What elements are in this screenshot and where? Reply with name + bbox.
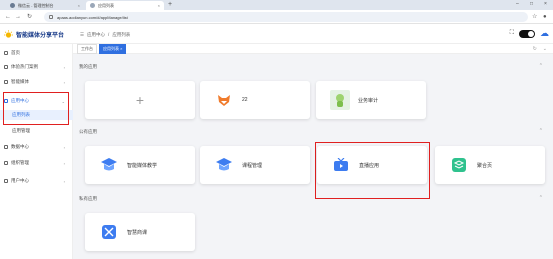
chevron-right-icon: › — [63, 144, 65, 150]
url-text: apaas.aodianyun.com/#/appManage/list — [57, 14, 128, 20]
sidebar-item-media[interactable]: 智能媒体 › — [0, 77, 73, 87]
theme-toggle[interactable] — [519, 29, 535, 38]
sidebar-item-label: 组织管理 — [11, 160, 29, 165]
app-card-label: 22 — [242, 97, 248, 103]
tagbar-controls: ↻ ⌄ — [533, 46, 547, 52]
tag-workbench[interactable]: 工作台 — [77, 43, 97, 54]
tag-app-list[interactable]: 应用列表 × — [99, 43, 127, 54]
user-icon — [4, 179, 8, 183]
sidebar-item-user[interactable]: 用户中心 › — [0, 176, 73, 186]
app-card[interactable]: 聚合页 — [435, 146, 545, 184]
highlight-box-sidebar — [3, 92, 69, 125]
monitor-icon — [4, 65, 8, 69]
site-info-icon[interactable] — [49, 15, 53, 19]
app-card-label: 聚合页 — [477, 162, 493, 169]
tools-icon — [99, 222, 119, 242]
reload-icon[interactable]: ↻ — [27, 13, 32, 21]
tab-title: 应用列表 — [98, 2, 114, 8]
profile-icon[interactable]: ● — [543, 13, 547, 21]
app-card-label: 课程管理 — [242, 162, 263, 169]
tab-favicon-icon — [90, 3, 95, 8]
browser-tab[interactable]: 微信云 - 管理控制台 × — [6, 1, 84, 10]
fox-icon — [214, 90, 234, 110]
cloud-icon[interactable]: ☁ — [540, 29, 549, 38]
graduation-cap-icon — [214, 155, 234, 175]
chevron-right-icon: › — [63, 178, 65, 184]
graduation-cap-icon — [99, 155, 119, 175]
close-tab-icon[interactable]: × — [158, 3, 160, 8]
app-card[interactable]: 智慧商课 — [85, 213, 195, 251]
breadcrumb: ☰ 应用中心 / 应用列表 — [80, 32, 130, 38]
header-actions: ⛶ ☁ — [510, 29, 549, 38]
media-icon — [4, 80, 8, 84]
app-card-label: 业务审计 — [358, 97, 379, 104]
home-icon — [4, 51, 8, 55]
app-card[interactable]: 业务审计 — [316, 81, 426, 119]
sidebar-item-data-center[interactable]: 数据中心 › — [0, 142, 73, 152]
app-card[interactable]: 22 — [200, 81, 310, 119]
app-header: 智能媒体分享平台 ☰ 应用中心 / 应用列表 ⛶ ☁ — [0, 24, 553, 44]
section-title-public-apps: 公有应用 — [79, 129, 97, 134]
refresh-icon[interactable]: ↻ — [533, 46, 537, 52]
sidebar-item-org[interactable]: 组织管理 › — [0, 158, 73, 168]
menu-fold-icon[interactable]: ☰ — [80, 32, 84, 38]
sidebar-item-label: 应用管理 — [12, 128, 30, 133]
app-card-label: 智慧商课 — [127, 229, 148, 236]
app-card[interactable]: 课程管理 — [200, 146, 310, 184]
doll-image-icon — [330, 90, 350, 110]
app-card[interactable]: 智能媒体教学 — [85, 146, 195, 184]
data-icon — [4, 145, 8, 149]
browser-tab-bar: 微信云 - 管理控制台 × 应用列表 × + – □ × — [0, 0, 553, 10]
tv-icon — [331, 155, 351, 175]
fullscreen-icon[interactable]: ⛶ — [510, 30, 514, 37]
bookmark-star-icon[interactable]: ☆ — [532, 13, 537, 21]
sidebar-item-label: 体验热门案例 — [11, 64, 38, 69]
sidebar-item-label: 首页 — [11, 50, 20, 55]
tab-title: 微信云 - 管理控制台 — [18, 2, 54, 8]
breadcrumb-item[interactable]: 应用中心 — [87, 32, 105, 38]
sidebar-item-home[interactable]: 首页 — [0, 48, 73, 58]
new-tab-button[interactable]: + — [168, 1, 172, 9]
sidebar-item-cases[interactable]: 体验热门案例 › — [0, 62, 73, 72]
url-field[interactable]: apaas.aodianyun.com/#/appManage/list — [44, 12, 528, 22]
brand-title: 智能媒体分享平台 — [16, 33, 65, 39]
layers-icon — [449, 155, 469, 175]
section-title-private-apps: 私有应用 — [79, 196, 97, 201]
tab-favicon-icon — [10, 3, 15, 8]
collapse-icon[interactable]: ⌃ — [539, 195, 543, 201]
breadcrumb-separator: / — [108, 32, 110, 37]
browser-tab-active[interactable]: 应用列表 × — [86, 1, 164, 10]
chevron-right-icon: › — [63, 160, 65, 166]
chevron-right-icon: › — [63, 64, 65, 70]
minimize-icon[interactable]: – — [516, 1, 519, 7]
sidebar-item-label: 智能媒体 — [11, 79, 29, 84]
close-tab-icon[interactable]: × — [78, 3, 80, 8]
section-title-my-apps: 我的应用 — [79, 64, 97, 69]
sidebar-item-app-manage[interactable]: 应用管理 — [0, 126, 73, 136]
app-card-live[interactable]: 直播应用 — [317, 146, 427, 184]
app-card-label: 智能媒体教学 — [127, 162, 158, 169]
sidebar-item-label: 用户中心 — [11, 178, 29, 183]
maximize-icon[interactable]: □ — [530, 1, 533, 7]
tags-view-bar: 工作台 应用列表 × ↻ ⌄ — [73, 43, 553, 54]
collapse-icon[interactable]: ⌃ — [539, 63, 543, 69]
collapse-icon[interactable]: ⌃ — [539, 128, 543, 134]
address-bar: ← → ↻ apaas.aodianyun.com/#/appManage/li… — [0, 10, 553, 24]
plus-icon: + — [135, 92, 145, 108]
back-icon[interactable]: ← — [5, 13, 11, 21]
sidebar: 首页 体验热门案例 › 智能媒体 › 应用中心 ⌄ 应用列表 应用管理 数据中心… — [0, 44, 73, 259]
chevron-right-icon: › — [63, 79, 65, 85]
forward-icon[interactable]: → — [15, 13, 21, 21]
app-card-label: 直播应用 — [359, 162, 380, 169]
add-app-card[interactable]: + — [85, 81, 195, 119]
close-window-icon[interactable]: × — [544, 1, 547, 7]
sidebar-item-label: 数据中心 — [11, 144, 29, 149]
sun-logo-icon — [4, 30, 13, 38]
chevron-down-icon[interactable]: ⌄ — [543, 46, 547, 52]
org-icon — [4, 161, 8, 165]
breadcrumb-item-current: 应用列表 — [112, 32, 131, 37]
